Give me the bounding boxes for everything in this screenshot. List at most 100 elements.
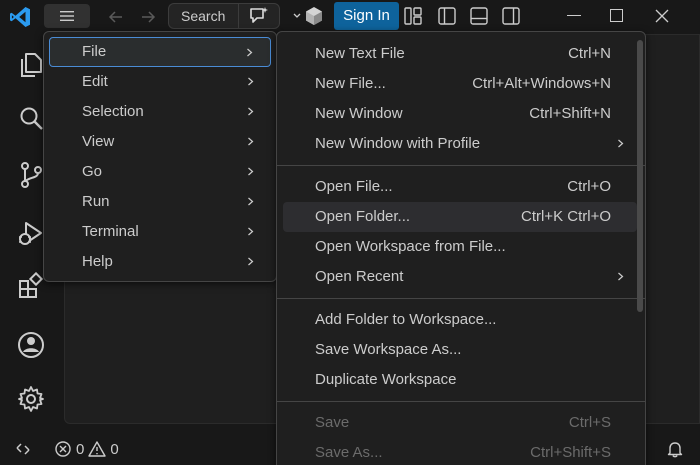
arrow-left-icon: [108, 11, 122, 23]
customize-layout-icon[interactable]: [403, 6, 423, 26]
error-icon: [55, 441, 71, 457]
accounts-logo-icon[interactable]: [304, 6, 324, 26]
chevron-right-icon: [618, 139, 624, 148]
title-bar: Search Sign In: [0, 0, 700, 34]
problems-status[interactable]: 0 0: [54, 438, 119, 460]
menu-item-label: Open Recent: [315, 268, 404, 285]
submenu-scrollbar[interactable]: [637, 40, 643, 312]
extensions-icon[interactable]: [16, 272, 46, 302]
copilot-chat-icon: [250, 7, 268, 23]
chevron-right-icon: [248, 77, 254, 86]
run-debug-icon[interactable]: [16, 218, 46, 248]
menu-item-label: Duplicate Workspace: [315, 371, 457, 388]
vscode-window: Search Sign In 0 0 File Edit Selection V…: [0, 0, 700, 465]
menu-item-terminal[interactable]: Terminal: [49, 217, 271, 247]
menu-item-label: Terminal: [82, 223, 139, 240]
chevron-right-icon: [248, 257, 254, 266]
hamburger-icon: [60, 11, 74, 21]
back-button[interactable]: [104, 5, 128, 29]
warning-count: 0: [110, 440, 119, 458]
forward-button[interactable]: [136, 5, 160, 29]
chevron-down-icon[interactable]: [292, 11, 302, 21]
menu-item-label: Save: [315, 414, 350, 431]
menu-item-label: Help: [82, 253, 113, 270]
menu-new-text-file[interactable]: New Text File Ctrl+N: [283, 39, 637, 69]
arrow-right-icon: [142, 11, 156, 23]
menu-item-label: Run: [82, 193, 110, 210]
menu-item-label: Open Folder...: [315, 208, 411, 225]
menu-item-label: Edit: [82, 73, 108, 90]
chevron-right-icon: [248, 107, 254, 116]
chevron-right-icon: [618, 272, 624, 281]
menu-item-run[interactable]: Run: [49, 187, 271, 217]
application-menu: File Edit Selection View Go Run Terminal: [43, 31, 277, 282]
menu-save-as: Save As... Ctrl+Shift+S: [283, 438, 637, 465]
menu-item-selection[interactable]: Selection: [49, 97, 271, 127]
menu-item-label: Save As...: [315, 444, 383, 461]
keybinding: Ctrl+Shift+N: [529, 105, 611, 122]
menu-duplicate-workspace[interactable]: Duplicate Workspace: [283, 365, 637, 395]
menu-button[interactable]: [44, 4, 90, 28]
menu-item-label: Save Workspace As...: [315, 341, 462, 358]
menu-new-window[interactable]: New Window Ctrl+Shift+N: [283, 99, 637, 129]
menu-item-edit[interactable]: Edit: [49, 67, 271, 97]
toggle-secondary-sidebar-icon[interactable]: [501, 6, 521, 26]
chevron-right-icon: [248, 227, 254, 236]
menu-separator: [277, 298, 645, 299]
chevron-right-icon: [248, 167, 254, 176]
menu-item-file[interactable]: File: [49, 37, 271, 67]
files-icon[interactable]: [16, 50, 46, 80]
menu-item-go[interactable]: Go: [49, 157, 271, 187]
gear-icon[interactable]: [16, 384, 46, 414]
maximize-button[interactable]: [610, 9, 623, 22]
menu-item-help[interactable]: Help: [49, 247, 271, 277]
toggle-panel-icon[interactable]: [469, 6, 489, 26]
menu-new-file[interactable]: New File... Ctrl+Alt+Windows+N: [283, 69, 637, 99]
menu-open-folder[interactable]: Open Folder... Ctrl+K Ctrl+O: [283, 202, 637, 232]
menu-item-label: New Text File: [315, 45, 405, 62]
menu-item-label: Add Folder to Workspace...: [315, 311, 497, 328]
toggle-primary-sidebar-icon[interactable]: [437, 6, 457, 26]
menu-item-label: Open File...: [315, 178, 393, 195]
close-icon[interactable]: [654, 8, 670, 24]
vscode-logo-icon: [10, 7, 30, 27]
keybinding: Ctrl+K Ctrl+O: [520, 208, 611, 225]
source-control-icon[interactable]: [16, 160, 46, 190]
minimize-button[interactable]: [567, 15, 581, 16]
chevron-right-icon: [247, 48, 253, 57]
search-icon[interactable]: [16, 104, 46, 134]
bell-icon[interactable]: [666, 440, 684, 458]
menu-item-label: New Window with Profile: [315, 135, 481, 152]
account-icon[interactable]: [16, 330, 46, 360]
menu-item-label: Go: [82, 163, 103, 180]
keybinding: Ctrl+Alt+Windows+N: [472, 75, 611, 92]
keybinding: Ctrl+Shift+S: [530, 444, 611, 461]
copilot-chat-button[interactable]: [238, 3, 280, 29]
menu-save: Save Ctrl+S: [283, 408, 637, 438]
menu-item-label: View: [82, 133, 115, 150]
menu-add-folder-to-workspace[interactable]: Add Folder to Workspace...: [283, 305, 637, 335]
menu-new-window-with-profile[interactable]: New Window with Profile: [283, 129, 637, 159]
remote-icon[interactable]: [14, 440, 32, 458]
chevron-right-icon: [248, 197, 254, 206]
keybinding: Ctrl+S: [568, 414, 611, 431]
menu-open-file[interactable]: Open File... Ctrl+O: [283, 172, 637, 202]
sign-in-button[interactable]: Sign In: [334, 2, 399, 30]
file-submenu: New Text File Ctrl+N New File... Ctrl+Al…: [276, 31, 646, 465]
menu-item-label: Open Workspace from File...: [315, 238, 506, 255]
keybinding: Ctrl+N: [568, 45, 611, 62]
command-center-search[interactable]: Search: [168, 3, 238, 29]
keybinding: Ctrl+O: [567, 178, 611, 195]
menu-separator: [277, 401, 645, 402]
menu-item-view[interactable]: View: [49, 127, 271, 157]
error-count: 0: [76, 440, 85, 458]
menu-item-label: Selection: [82, 103, 144, 120]
menu-separator: [277, 165, 645, 166]
warning-icon: [88, 441, 107, 457]
menu-open-workspace-from-file[interactable]: Open Workspace from File...: [283, 232, 637, 262]
menu-save-workspace-as[interactable]: Save Workspace As...: [283, 335, 637, 365]
menu-open-recent[interactable]: Open Recent: [283, 262, 637, 292]
chevron-right-icon: [248, 137, 254, 146]
menu-item-label: File: [82, 43, 107, 60]
menu-item-label: New File...: [315, 75, 386, 92]
